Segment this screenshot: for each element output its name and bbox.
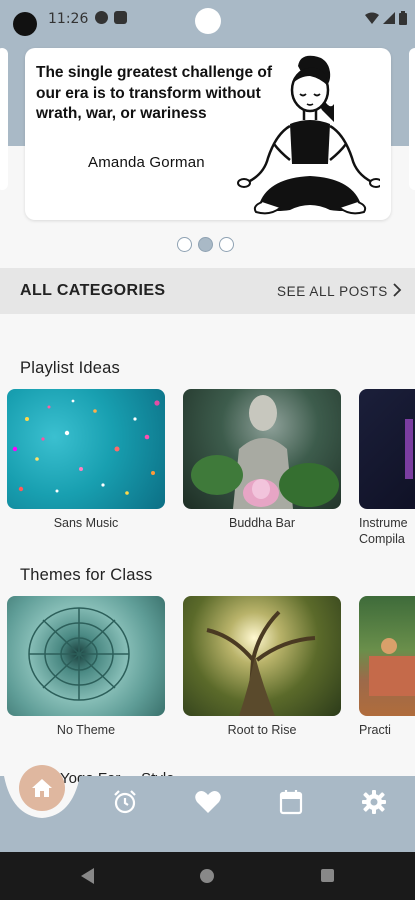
practice-image — [369, 638, 415, 696]
buddha-statue-image — [191, 395, 339, 509]
categories-title: ALL CATEGORIES — [20, 282, 166, 299]
categories-bar[interactable]: ALL CATEGORIES SEE ALL POSTS — [0, 268, 415, 314]
carousel-indicator[interactable] — [177, 237, 234, 252]
system-navigation-bar — [0, 852, 415, 900]
playlist-row[interactable]: Sans Music Buddha Bar Instrume Compila — [0, 389, 415, 549]
playlist-thumbnail[interactable] — [359, 389, 415, 509]
playlist-section-title: Playlist Ideas — [20, 359, 121, 377]
playlist-thumbnail[interactable] — [183, 389, 341, 509]
themes-section-title: Themes for Class — [20, 566, 153, 584]
carousel-dot-active[interactable] — [198, 237, 213, 252]
battery-icon — [399, 11, 407, 25]
notification-icon — [95, 11, 108, 24]
theme-card[interactable]: Root to Rise — [183, 596, 341, 738]
nav-alarm-button[interactable] — [111, 788, 139, 816]
front-camera — [195, 8, 221, 34]
succulent-image — [28, 607, 130, 701]
meditating-woman-illustration — [237, 55, 380, 215]
theme-thumbnail[interactable] — [359, 596, 415, 716]
playlist-thumbnail[interactable] — [7, 389, 165, 509]
playlist-card[interactable]: Sans Music — [7, 389, 165, 531]
theme-label: Root to Rise — [227, 723, 297, 737]
next-quote-card[interactable] — [409, 48, 415, 190]
playlist-label: Instrume Compila — [359, 516, 408, 546]
recents-icon[interactable] — [321, 869, 334, 882]
carousel-dot[interactable] — [177, 237, 192, 252]
theme-thumbnail[interactable] — [7, 596, 165, 716]
playlist-card[interactable]: Buddha Bar — [183, 389, 341, 531]
status-system-icons — [365, 11, 407, 25]
theme-card[interactable]: Practi — [359, 596, 415, 738]
nav-settings-button[interactable] — [360, 788, 388, 816]
theme-label: Practi — [359, 723, 391, 737]
quote-card[interactable]: The single greatest challenge of our era… — [25, 48, 391, 220]
theme-thumbnail[interactable] — [183, 596, 341, 716]
playlist-card[interactable]: Instrume Compila — [359, 389, 415, 547]
home-icon — [32, 779, 52, 797]
alarm-icon — [114, 790, 136, 814]
nav-home-button[interactable] — [19, 765, 65, 811]
theme-card[interactable]: No Theme — [7, 596, 165, 738]
back-icon[interactable] — [81, 868, 95, 884]
camera-cutout — [13, 12, 37, 36]
wifi-icon — [365, 12, 379, 24]
nav-favorites-button[interactable] — [194, 788, 222, 816]
quote-author: Amanda Gorman — [88, 154, 205, 171]
status-time: 11:26 — [48, 11, 89, 27]
playlist-label: Sans Music — [53, 516, 119, 530]
themes-row[interactable]: No Theme Root to Rise Practi — [0, 596, 415, 756]
playlist-label: Buddha Bar — [228, 516, 296, 530]
heart-icon — [195, 791, 221, 813]
calendar-icon — [279, 790, 303, 815]
nav-calendar-button[interactable] — [277, 788, 305, 816]
carousel-dot[interactable] — [219, 237, 234, 252]
status-notification-icons — [95, 11, 127, 24]
see-all-posts-link[interactable]: SEE ALL POSTS — [277, 284, 388, 299]
status-bar: 11:26 — [0, 0, 415, 38]
signal-icon — [383, 12, 395, 24]
theme-label: No Theme — [56, 723, 116, 737]
bokeh-image — [12, 399, 160, 495]
settings-icon — [362, 790, 386, 814]
tree-image — [206, 610, 316, 716]
system-home-icon[interactable] — [200, 869, 214, 883]
previous-quote-card[interactable] — [0, 48, 8, 190]
sim-icon — [114, 11, 127, 24]
instrument-image — [405, 419, 413, 479]
chevron-right-icon[interactable] — [392, 282, 402, 298]
